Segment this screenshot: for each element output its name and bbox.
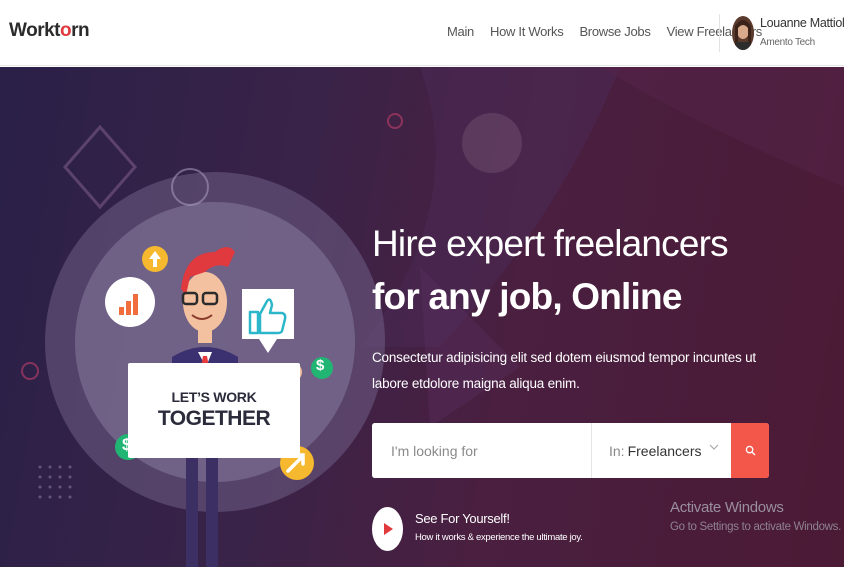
video-subtitle: How it works & experience the ultimate j…	[415, 532, 583, 543]
main-nav: Main How It Works Browse Jobs View Freel…	[447, 24, 762, 39]
user-name: Louanne Mattioli	[760, 16, 844, 30]
sign-text-line1: LET’S WORK	[171, 389, 257, 405]
category-value: Freelancers	[627, 442, 702, 459]
site-header: Worktorn Main How It Works Browse Jobs V…	[0, 0, 844, 66]
play-icon	[383, 523, 393, 535]
nav-divider	[719, 14, 720, 52]
search-bar: In: Freelancers	[372, 423, 769, 478]
nav-main[interactable]: Main	[447, 24, 474, 39]
sign-text-line2: TOGETHER	[157, 407, 271, 430]
site-logo[interactable]: Worktorn	[9, 20, 90, 42]
search-icon	[745, 445, 755, 456]
dollar-icon: $	[122, 435, 132, 454]
user-company: Amento Tech	[760, 37, 815, 48]
avatar[interactable]	[732, 16, 754, 50]
activate-windows-title: Activate Windows	[670, 499, 784, 516]
nav-how-it-works[interactable]: How It Works	[490, 24, 564, 39]
play-button[interactable]	[372, 507, 403, 551]
hero-title-emphasis: for any job, Online	[372, 276, 682, 317]
chevron-down-icon	[709, 444, 719, 450]
hero-section: $ $ LET’S WORK TOGETHER Hire expert free…	[0, 67, 844, 567]
search-input[interactable]	[372, 423, 591, 478]
category-prefix: In:	[609, 442, 625, 459]
hero-description: Consectetur adipisicing elit sed dotem e…	[372, 350, 756, 391]
dollar-icon: $	[316, 357, 325, 374]
video-title: See For Yourself!	[415, 511, 510, 526]
activate-windows-subtitle: Go to Settings to activate Windows.	[670, 521, 842, 533]
hero-title: Hire expert freelancers	[372, 223, 729, 264]
search-button[interactable]	[731, 423, 769, 478]
dot-pattern	[38, 465, 72, 499]
nav-browse-jobs[interactable]: Browse Jobs	[579, 24, 650, 39]
search-category-select[interactable]: In: Freelancers	[591, 423, 731, 478]
